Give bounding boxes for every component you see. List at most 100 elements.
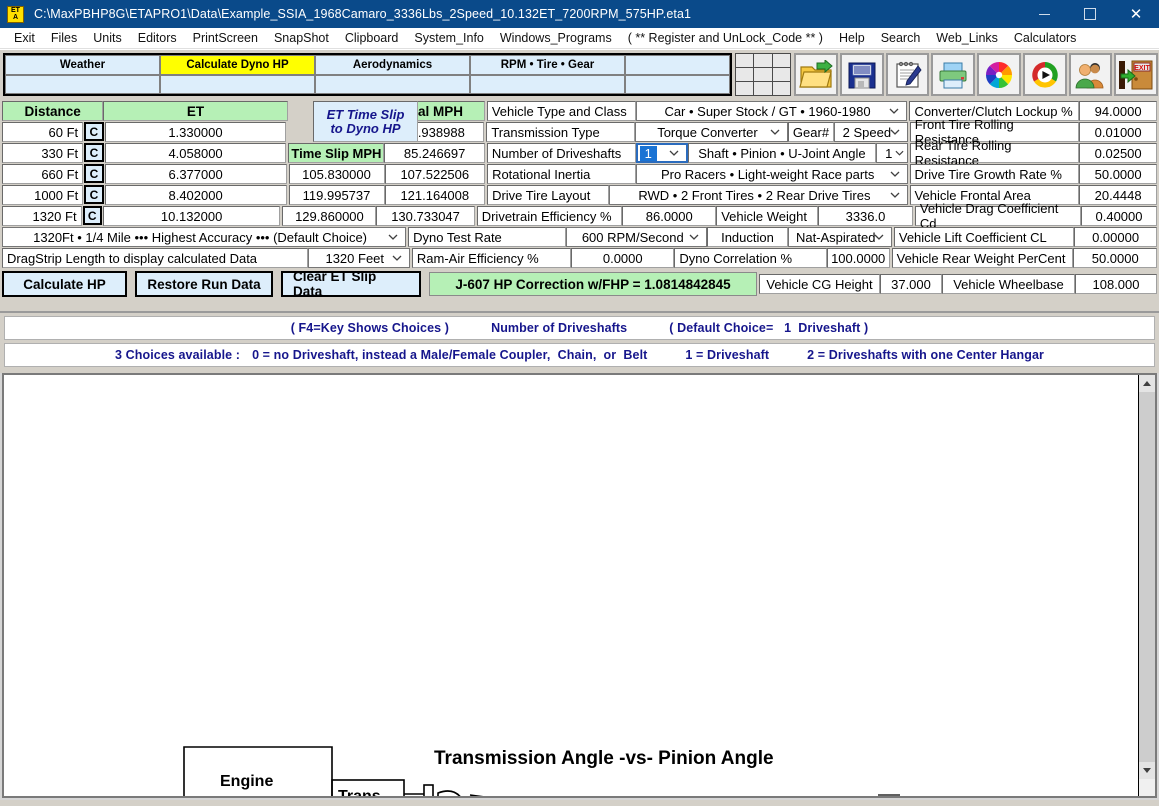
menu-help[interactable]: Help (831, 30, 873, 46)
mph-value-1320ft[interactable]: 130.733047 (376, 206, 475, 226)
et-value-60ft[interactable]: 1.330000 (104, 122, 287, 142)
value-front-rolling-resistance[interactable]: 0.01000 (1079, 122, 1157, 142)
play-button[interactable] (1022, 53, 1067, 96)
mph-value-330ft[interactable]: 85.246697 (384, 143, 485, 163)
menu-clipboard[interactable]: Clipboard (337, 30, 407, 46)
et-value-660ft[interactable]: 6.377000 (104, 164, 287, 184)
menu-search[interactable]: Search (873, 30, 929, 46)
transmission-type-select[interactable]: Torque Converter (634, 122, 788, 142)
chevron-down-icon (871, 228, 887, 246)
value-frontal-area[interactable]: 20.4448 (1079, 185, 1157, 205)
value-drag-coefficient[interactable]: 0.40000 (1080, 206, 1158, 226)
label-dragstrip-length: DragStrip Length to display calculated D… (2, 248, 308, 268)
label-drivetrain-efficiency: Drivetrain Efficiency % (476, 206, 623, 226)
gear-number-select[interactable]: 2 Speed (834, 122, 908, 142)
chevron-down-icon (887, 123, 903, 141)
value-drivetrain-efficiency[interactable]: 86.0000 (622, 206, 717, 226)
app-icon-line2: A (12, 14, 19, 21)
menu-system-info[interactable]: System_Info (406, 30, 491, 46)
calculate-hp-button[interactable]: Calculate HP (2, 271, 127, 297)
menu-snapshot[interactable]: SnapShot (266, 30, 337, 46)
tab-weather[interactable]: Weather (5, 55, 160, 75)
menu-units[interactable]: Units (85, 30, 129, 46)
et-value-330ft[interactable]: 4.058000 (104, 143, 287, 163)
info-f4-key: ( F4=Key Shows Choices ) (290, 321, 450, 335)
drive-tire-layout-select[interactable]: RWD • 2 Front Tires • 2 Rear Drive Tires (609, 185, 908, 205)
value-vehicle-weight[interactable]: 3336.0 (818, 206, 913, 226)
open-folder-button[interactable] (794, 53, 838, 96)
dragstrip-length-select[interactable]: 1320 Feet (307, 248, 410, 268)
tab-empty-3[interactable] (315, 74, 470, 94)
accuracy-select[interactable]: 1320Ft • 1/4 Mile ••• Highest Accuracy •… (2, 227, 407, 247)
diagram-viewport: Transmission Angle -vs- Pinion Angle Eng… (2, 373, 1157, 798)
value-tire-growth-rate[interactable]: 50.0000 (1079, 164, 1157, 184)
close-button[interactable]: ✕ (1113, 0, 1159, 28)
menu-windows-programs[interactable]: Windows_Programs (492, 30, 620, 46)
slip-value-1320ft[interactable]: 129.860000 (282, 206, 377, 226)
users-button[interactable] (1068, 53, 1113, 96)
menu-exit[interactable]: Exit (6, 30, 43, 46)
value-rear-rolling-resistance[interactable]: 0.02500 (1079, 143, 1158, 163)
colors-button[interactable] (977, 53, 1021, 96)
restore-run-data-button[interactable]: Restore Run Data (135, 271, 273, 297)
value-dyno-correlation[interactable]: 100.0000 (826, 248, 890, 268)
scroll-up-button[interactable] (1139, 375, 1155, 392)
maximize-button[interactable] (1067, 0, 1113, 28)
calc-button-60ft[interactable]: C (84, 122, 104, 141)
distance-660ft: 660 Ft (2, 164, 84, 184)
label-lift-coefficient: Vehicle Lift Coefficient CL (893, 227, 1075, 247)
chevron-down-icon (767, 123, 783, 141)
value-lift-coefficient[interactable]: 0.00000 (1074, 227, 1157, 247)
value-cg-height[interactable]: 37.000 (880, 274, 942, 294)
tab-aerodynamics[interactable]: Aerodynamics (315, 55, 470, 75)
et-value-1320ft[interactable]: 10.132000 (102, 206, 281, 226)
calc-button-1000ft[interactable]: C (84, 185, 104, 204)
label-vehicle-type: Vehicle Type and Class (486, 101, 636, 121)
slip-value-660ft[interactable]: 105.830000 (288, 164, 385, 184)
tab-calculate-dyno-hp[interactable]: Calculate Dyno HP (160, 55, 315, 75)
tab-empty-top[interactable] (625, 55, 730, 75)
number-driveshafts-select[interactable]: 1 (635, 143, 688, 163)
menu-calculators[interactable]: Calculators (1006, 30, 1085, 46)
tab-empty-5[interactable] (625, 74, 730, 94)
menu-printscreen[interactable]: PrintScreen (185, 30, 266, 46)
minimize-button[interactable] (1021, 0, 1067, 28)
menu-register-unlock[interactable]: ( ** Register and UnLock_Code ** ) (620, 30, 831, 46)
calc-button-330ft[interactable]: C (84, 143, 104, 162)
distance-1320ft: 1320 Ft (2, 206, 82, 226)
tab-empty-1[interactable] (5, 74, 160, 94)
menu-editors[interactable]: Editors (130, 30, 185, 46)
scroll-down-button[interactable] (1139, 762, 1155, 779)
scrollbar-thumb[interactable] (1139, 392, 1155, 762)
menu-bar: Exit Files Units Editors PrintScreen Sna… (0, 28, 1159, 49)
notes-button[interactable] (885, 53, 930, 96)
menu-files[interactable]: Files (43, 30, 85, 46)
mph-value-660ft[interactable]: 107.522506 (384, 164, 486, 184)
tab-empty-4[interactable] (470, 74, 625, 94)
header-time-slip-mph: Time Slip MPH (288, 143, 385, 163)
slip-value-1000ft[interactable]: 119.995737 (288, 185, 385, 205)
dyno-test-rate-select[interactable]: 600 RPM/Second (566, 227, 708, 247)
exit-button[interactable]: EXIT (1114, 53, 1159, 96)
et-value-1000ft[interactable]: 8.402000 (104, 185, 287, 205)
value-wheelbase[interactable]: 108.000 (1075, 274, 1157, 294)
dragstrip-row: DragStrip Length to display calculated D… (2, 248, 1157, 268)
vehicle-type-select[interactable]: Car • Super Stock / GT • 1960-1980 (635, 101, 908, 121)
save-button[interactable] (839, 53, 884, 96)
menu-web-links[interactable]: Web_Links (928, 30, 1006, 46)
shaft-pinion-select[interactable]: 1 (875, 143, 908, 163)
induction-select[interactable]: Nat-Aspirated (787, 227, 892, 247)
value-ram-air-efficiency[interactable]: 0.0000 (571, 248, 675, 268)
diagram-scrollbar[interactable] (1138, 375, 1155, 796)
print-button[interactable] (931, 53, 976, 96)
calc-button-1320ft[interactable]: C (82, 206, 102, 225)
clear-et-slip-data-button[interactable]: Clear ET Slip Data (281, 269, 421, 299)
tab-rpm-tire-gear[interactable]: RPM • Tire • Gear (470, 55, 625, 75)
mph-value-1000ft[interactable]: 121.164008 (384, 185, 486, 205)
calc-button-660ft[interactable]: C (84, 164, 104, 183)
rotational-inertia-select[interactable]: Pro Racers • Light-weight Race parts (635, 164, 908, 184)
value-converter-lockup[interactable]: 94.0000 (1079, 101, 1157, 121)
label-ram-air-efficiency: Ram-Air Efficiency % (411, 248, 572, 268)
tab-empty-2[interactable] (160, 74, 315, 94)
value-rear-weight-percent[interactable]: 50.0000 (1073, 248, 1157, 268)
